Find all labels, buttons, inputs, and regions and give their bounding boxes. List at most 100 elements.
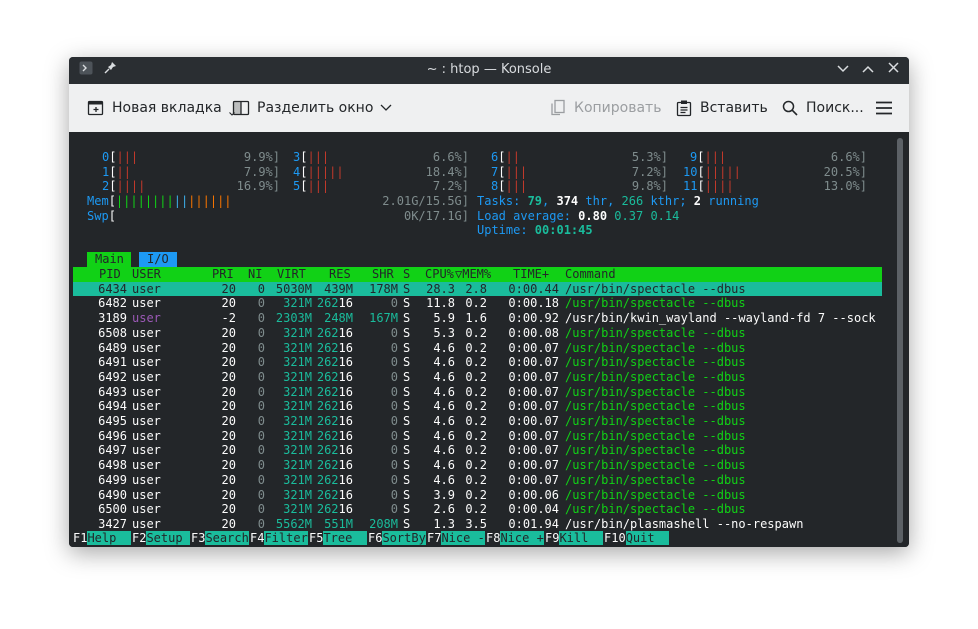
cell-shr: 0 bbox=[390, 502, 398, 517]
column-shr[interactable]: SHR bbox=[372, 267, 394, 282]
cell-time: 0:00.07 bbox=[508, 340, 559, 355]
column-state[interactable]: S bbox=[403, 267, 410, 282]
cell-time: 0:00.04 bbox=[508, 502, 559, 517]
table-row[interactable]: 6434 user 20 0 5030M 439M 178M S 28.3 2.8 0:00.44 /… bbox=[73, 281, 882, 297]
new-tab-button[interactable]: Новая вкладка bbox=[87, 98, 235, 118]
cell-shr: 0 bbox=[390, 355, 398, 370]
cell-ni: 0 bbox=[257, 340, 265, 355]
column-cpu[interactable]: CPU% bbox=[425, 267, 454, 282]
column-virt[interactable]: VIRT bbox=[277, 267, 306, 282]
cell-pid: 6491 bbox=[98, 355, 127, 370]
new-tab-label: Новая вкладка bbox=[112, 100, 222, 116]
cell-ni: 0 bbox=[257, 311, 265, 326]
cell-pri: 20 bbox=[221, 472, 236, 487]
cell-cpu: 5.9 bbox=[433, 311, 455, 326]
f8-nice-plus[interactable]: F8Nice + bbox=[486, 530, 544, 546]
table-row[interactable]: 6489 user 20 0 321M 26216 0 S 4.6 0.2 0:00.07/usr/… bbox=[73, 341, 882, 356]
cell-virt: 321M bbox=[283, 458, 312, 473]
table-row[interactable]: 6497 user 20 0 321M 26216 0 S 4.6 0.2 0:00.07/usr/… bbox=[73, 443, 882, 458]
cell-pri: 20 bbox=[221, 340, 236, 355]
cell-virt: 5030M bbox=[275, 281, 312, 296]
table-row[interactable]: 6494 user 20 0 321M 26216 0 S 4.6 0.2 0:00.07/usr/… bbox=[73, 399, 882, 414]
cell-cpu: 4.6 bbox=[433, 399, 455, 414]
scrollbar-thumb[interactable] bbox=[897, 138, 903, 543]
cell-pri: 20 bbox=[221, 487, 236, 502]
terminal-view[interactable]: 0[||| 9.9%] 1[|| 7.9%] 2[|||| 16.9%] 3[|… bbox=[69, 132, 909, 547]
cell-cmd: /usr/bin/kwin_wayland --wayland-fd 7 --s… bbox=[565, 311, 876, 326]
cpu-meter-0: 0[||| bbox=[102, 150, 139, 164]
cell-s: S bbox=[403, 399, 411, 414]
window-title: ~ : htop — Konsole bbox=[426, 62, 552, 77]
tab-io[interactable]: I/O bbox=[139, 252, 177, 268]
f7-nice-minus[interactable]: F7Nice - bbox=[427, 530, 485, 546]
column-time[interactable]: TIME+ bbox=[513, 267, 549, 282]
column-user[interactable]: USER bbox=[132, 267, 161, 282]
cpu-meter-6: 6[|| bbox=[491, 150, 520, 164]
table-row[interactable]: 6490 user 20 0 321M 26216 0 S 3.9 0.2 0:00.06/usr/… bbox=[73, 488, 882, 503]
paste-button[interactable]: Вставить bbox=[675, 98, 768, 118]
f3-search[interactable]: F3Search bbox=[191, 530, 249, 546]
split-view-button[interactable]: Разделить окно bbox=[232, 98, 392, 118]
minimize-icon[interactable] bbox=[834, 61, 852, 79]
cell-virt: 321M bbox=[283, 384, 312, 399]
table-row[interactable]: 3189 user -2 0 2303M 248M 167M S 5.9 1.6 0:00.92/u… bbox=[73, 311, 882, 326]
hamburger-menu-button[interactable] bbox=[875, 98, 893, 118]
load-average-line: Load average: 0.80 0.37 0.14 bbox=[477, 208, 680, 223]
cell-res: 26216 bbox=[316, 296, 353, 311]
cell-mem: 0.2 bbox=[465, 443, 487, 458]
table-row[interactable]: 6499 user 20 0 321M 26216 0 S 4.6 0.2 0:00.07/usr/… bbox=[73, 473, 882, 488]
column-pri[interactable]: PRI bbox=[212, 267, 234, 282]
column-ni[interactable]: NI bbox=[248, 267, 262, 282]
f10-quit[interactable]: F10Quit bbox=[604, 530, 885, 546]
table-row[interactable]: 6482 user 20 0 321M 26216 0 S 11.8 0.2 0:00.18/usr… bbox=[73, 296, 882, 311]
cpu-meter-1: 1[|| bbox=[102, 164, 131, 179]
f5-tree[interactable]: F5Tree bbox=[309, 530, 367, 546]
cell-mem: 3.5 bbox=[465, 516, 487, 531]
cpu-meter-7: 7[||| bbox=[491, 164, 528, 179]
search-button[interactable]: Поиск... bbox=[781, 98, 864, 118]
cell-pri: 20 bbox=[221, 428, 236, 443]
tab-main[interactable]: Main bbox=[87, 252, 131, 268]
cell-pri: 20 bbox=[221, 458, 236, 473]
cell-virt: 5562M bbox=[275, 516, 312, 531]
cell-time: 0:00.07 bbox=[508, 458, 559, 473]
column-command[interactable]: Command bbox=[565, 267, 616, 282]
cell-virt: 321M bbox=[283, 399, 312, 414]
f2-setup[interactable]: F2Setup bbox=[132, 530, 190, 546]
f4-filter[interactable]: F4Filter bbox=[250, 530, 308, 546]
copy-button[interactable]: Копировать bbox=[549, 98, 661, 118]
column-mem[interactable]: ▽MEM% bbox=[455, 267, 491, 282]
cell-res: 551M bbox=[324, 516, 353, 531]
f1-help[interactable]: F1Help bbox=[73, 530, 131, 546]
close-icon[interactable] bbox=[884, 61, 902, 79]
cpu-value-10: 20.5%] bbox=[823, 164, 867, 179]
cell-s: S bbox=[403, 281, 411, 296]
cpu-value-4: 18.4%] bbox=[425, 164, 469, 179]
cell-s: S bbox=[403, 487, 411, 502]
table-row[interactable]: 6495 user 20 0 321M 26216 0 S 4.6 0.2 0:00.07/usr/… bbox=[73, 414, 882, 429]
mem-value: 2.01G/15.5G] bbox=[382, 194, 469, 208]
cell-mem: 0.2 bbox=[465, 502, 487, 517]
f9-kill[interactable]: F9Kill bbox=[545, 530, 603, 546]
cell-time: 0:01.94 bbox=[508, 516, 559, 531]
maximize-icon[interactable] bbox=[859, 61, 877, 79]
table-row[interactable]: 6492 user 20 0 321M 26216 0 S 4.6 0.2 0:00.07/usr/… bbox=[73, 370, 882, 385]
cell-user: user bbox=[132, 369, 161, 384]
cell-cmd: /usr/bin/plasmashell --no-respawn bbox=[565, 516, 804, 531]
column-res[interactable]: RES bbox=[329, 267, 351, 282]
cell-time: 0:00.18 bbox=[508, 296, 559, 311]
table-row[interactable]: 6491 user 20 0 321M 26216 0 S 4.6 0.2 0:00.07/usr/… bbox=[73, 355, 882, 370]
table-row[interactable]: 6498 user 20 0 321M 26216 0 S 4.6 0.2 0:00.07/usr/… bbox=[73, 458, 882, 473]
cell-time: 0:00.07 bbox=[508, 443, 559, 458]
cell-s: S bbox=[403, 516, 411, 531]
f6-sortby[interactable]: F6SortBy bbox=[368, 530, 426, 546]
table-row[interactable]: 6496 user 20 0 321M 26216 0 S 4.6 0.2 0:00.07/usr/… bbox=[73, 429, 882, 444]
cell-pri: 20 bbox=[221, 414, 236, 428]
table-row[interactable]: 6493 user 20 0 321M 26216 0 S 4.6 0.2 0:00.07/usr/… bbox=[73, 385, 882, 400]
table-row[interactable]: 6500 user 20 0 321M 26216 0 S 2.6 0.2 0:00.04/usr/… bbox=[73, 502, 882, 517]
column-pid[interactable]: PID bbox=[99, 267, 121, 282]
process-table-header[interactable]: PID USER PRI NI VIRT RES SHR S CPU% ▽MEM… bbox=[73, 267, 882, 282]
table-row[interactable]: 3427 user 20 0 5562M 551M 208M S 1.3 3.5 0:01.94/u… bbox=[73, 517, 882, 532]
paste-icon bbox=[675, 99, 693, 117]
table-row[interactable]: 6508 user 20 0 321M 26216 0 S 5.3 0.2 0:00.08/usr/… bbox=[73, 326, 882, 341]
